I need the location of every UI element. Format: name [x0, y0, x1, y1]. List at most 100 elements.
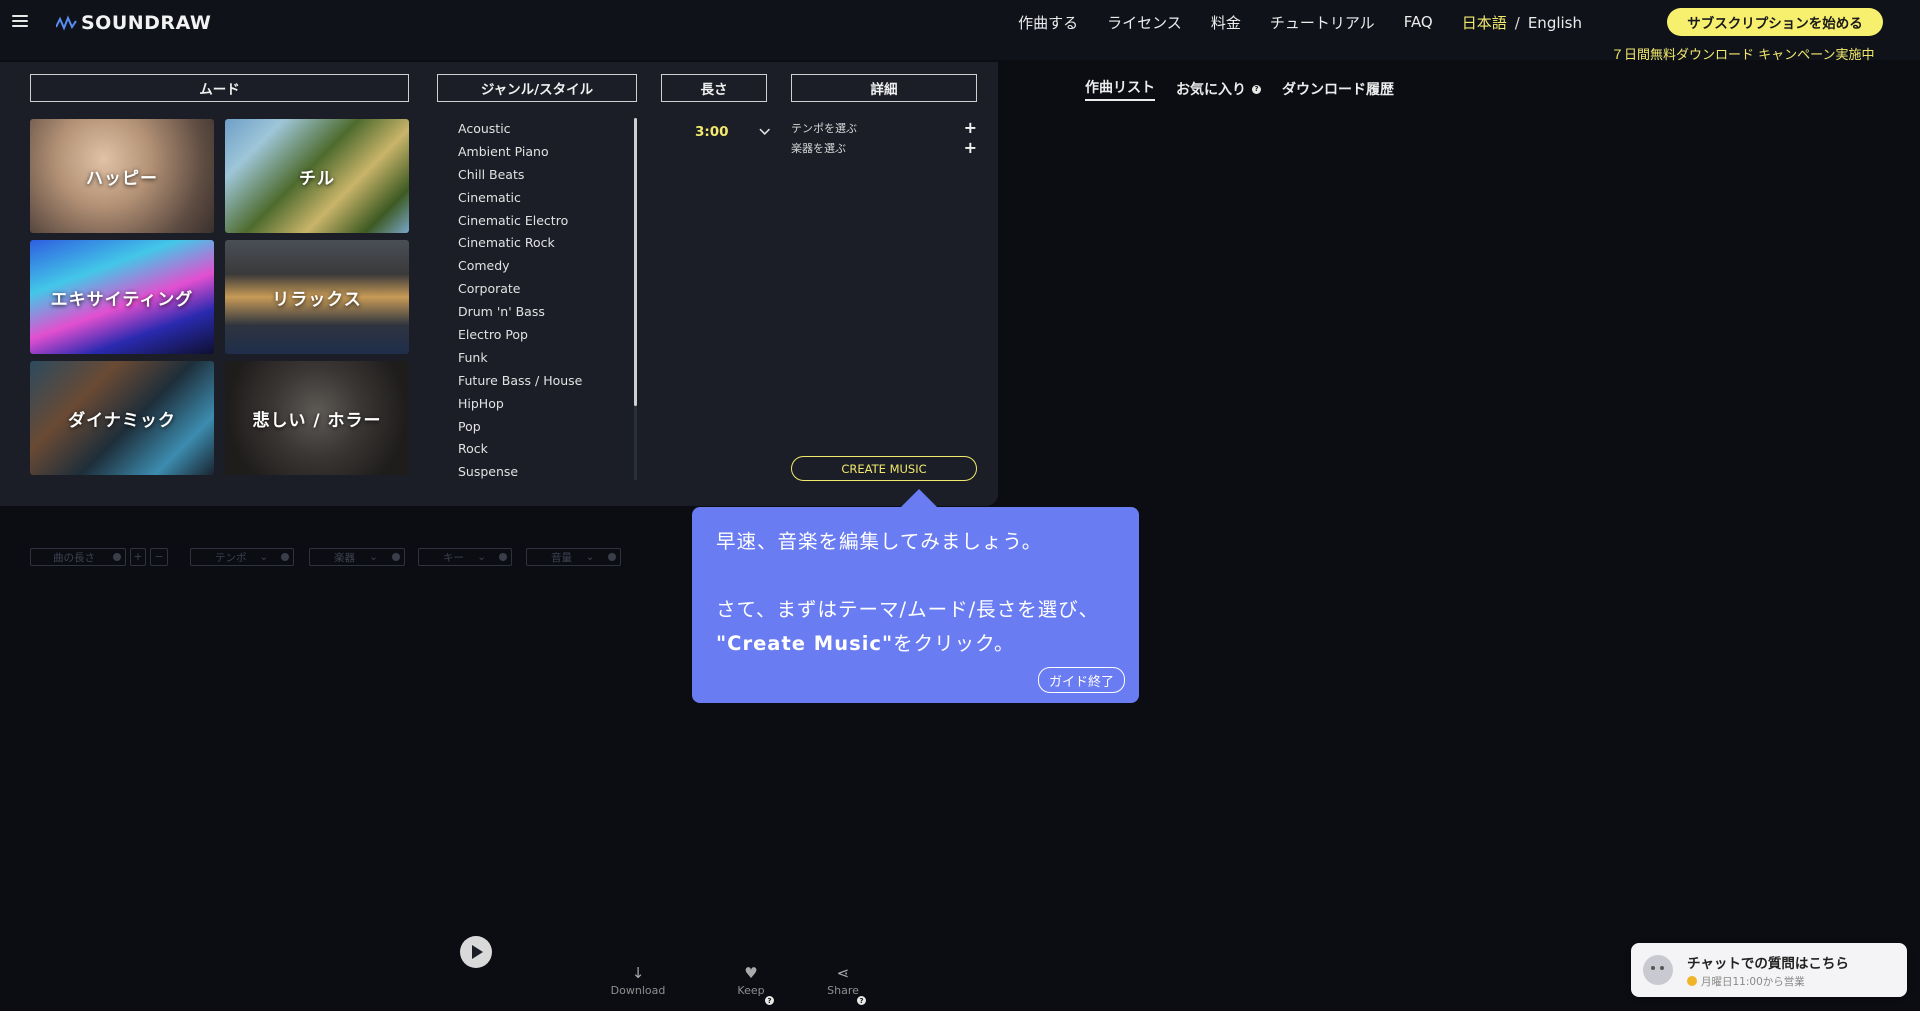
tab-download-history[interactable]: ダウンロード履歴	[1282, 77, 1394, 101]
genre-item[interactable]: Funk	[458, 347, 628, 370]
genre-item[interactable]: Pop	[458, 416, 628, 439]
help-icon[interactable]: ?	[765, 996, 774, 1005]
tooltip-spacer	[716, 559, 1115, 593]
subscribe-button[interactable]: サブスクリプションを始める	[1667, 8, 1883, 36]
share-button[interactable]: ⋖ Share	[813, 964, 873, 997]
nav-compose[interactable]: 作曲する	[1018, 12, 1078, 33]
help-icon	[608, 553, 616, 561]
instrument-select-row[interactable]: 楽器を選ぶ +	[791, 139, 977, 157]
warning-icon	[1687, 976, 1697, 986]
keep-button[interactable]: ♥ Keep	[721, 964, 781, 997]
mood-tile-exciting[interactable]: エキサイティング	[30, 240, 214, 354]
play-button[interactable]	[460, 936, 492, 968]
length-value: 3:00	[695, 124, 729, 140]
genre-item[interactable]: Cinematic	[458, 187, 628, 210]
plus-icon[interactable]: +	[964, 140, 977, 156]
nav-faq[interactable]: FAQ	[1404, 13, 1433, 31]
key-control[interactable]: キー ⌄	[418, 548, 512, 566]
chevron-down-icon: ⌄	[585, 551, 595, 563]
mood-tile-happy[interactable]: ハッピー	[30, 119, 214, 233]
chat-hours: 月曜日11:00から営業	[1687, 974, 1849, 989]
genre-scrollbar-thumb[interactable]	[634, 118, 637, 406]
genre-item[interactable]: Cinematic Rock	[458, 232, 628, 255]
nav-tutorial[interactable]: チュートリアル	[1270, 12, 1375, 33]
chevron-down-icon: ⌄	[477, 551, 486, 563]
tooltip-line-1: 早速、音楽を編集してみましょう。	[716, 530, 1043, 553]
mood-label-happy: ハッピー	[86, 168, 158, 189]
length-header: 長さ	[661, 74, 767, 102]
help-icon[interactable]: ?	[1252, 84, 1261, 94]
help-icon[interactable]: ?	[857, 996, 866, 1005]
nav-license[interactable]: ライセンス	[1107, 12, 1182, 33]
mood-tile-sad-horror[interactable]: 悲しい / ホラー	[225, 361, 409, 475]
share-icon: ⋖	[836, 964, 850, 982]
end-guide-button[interactable]: ガイド終了	[1037, 667, 1125, 693]
create-music-button[interactable]: CREATE MUSIC	[791, 456, 977, 481]
result-tabs: 作曲リスト お気に入り? ダウンロード履歴	[1085, 77, 1394, 101]
mood-label-relax: リラックス	[272, 289, 362, 310]
chevron-down-icon: ⌄	[259, 551, 269, 563]
tempo-control[interactable]: テンポ ⌄	[190, 548, 294, 566]
help-icon	[113, 553, 121, 561]
genre-item[interactable]: Future Bass / House	[458, 370, 628, 393]
guide-tooltip: 早速、音楽を編集してみましょう。 さて、まずはテーマ/ムード/長さを選び、 "C…	[692, 507, 1139, 703]
mood-label-dynamic: ダイナミック	[68, 410, 176, 431]
genre-item[interactable]: Suspense	[458, 461, 628, 484]
length-minus-button[interactable]: −	[150, 548, 168, 566]
genre-item[interactable]: Comedy	[458, 255, 628, 278]
lang-separator: /	[1514, 13, 1520, 32]
mood-label-sad-horror: 悲しい / ホラー	[252, 410, 382, 431]
campaign-banner[interactable]: ７日間無料ダウンロード キャンペーン実施中	[1611, 44, 1874, 63]
tempo-label: テンポを選ぶ	[791, 122, 857, 135]
volume-control[interactable]: 音量 ⌄	[526, 548, 621, 566]
genre-item[interactable]: Rock	[458, 438, 628, 461]
genre-item[interactable]: Cinematic Electro	[458, 210, 628, 233]
soundwave-logo-icon	[56, 15, 77, 31]
chat-bot-avatar	[1643, 955, 1673, 985]
tooltip-line-3-rest: をクリック。	[893, 632, 1015, 655]
tempo-select-row[interactable]: テンポを選ぶ +	[791, 119, 977, 137]
download-button[interactable]: ↓ Download	[608, 964, 668, 997]
mood-tile-relax[interactable]: リラックス	[225, 240, 409, 354]
details-header: 詳細	[791, 74, 977, 102]
genre-list: Acoustic Ambient Piano Chill Beats Cinem…	[458, 118, 628, 484]
genre-item[interactable]: Ambient Piano	[458, 141, 628, 164]
genre-item[interactable]: Corporate	[458, 278, 628, 301]
genre-item[interactable]: Chill Beats	[458, 164, 628, 187]
genre-item[interactable]: HipHop	[458, 393, 628, 416]
logo-text: SOUNDRAW	[81, 12, 212, 34]
logo[interactable]: SOUNDRAW	[56, 10, 211, 36]
mood-label-chill: チル	[299, 168, 335, 189]
main-nav: 作曲する ライセンス 料金 チュートリアル FAQ 日本語 / English	[1018, 0, 1624, 44]
help-icon	[392, 553, 400, 561]
hamburger-menu-icon[interactable]	[12, 12, 28, 28]
tooltip-create-music-text: "Create Music"	[716, 632, 894, 655]
length-plus-button[interactable]: +	[130, 548, 146, 566]
chat-widget[interactable]: チャットでの質問はこちら 月曜日11:00から営業	[1631, 943, 1907, 997]
lang-english[interactable]: English	[1528, 14, 1582, 32]
plus-icon[interactable]: +	[964, 120, 977, 136]
lang-japanese[interactable]: 日本語	[1462, 14, 1507, 32]
mood-tile-chill[interactable]: チル	[225, 119, 409, 233]
help-icon	[499, 553, 507, 561]
tab-song-list[interactable]: 作曲リスト	[1085, 77, 1155, 101]
music-generator-panel: ムード ジャンル/スタイル 長さ 詳細 ハッピー チル エキサイティング リラッ…	[0, 62, 998, 506]
chat-hours-text: 月曜日11:00から営業	[1701, 975, 1805, 988]
instrument-control[interactable]: 楽器 ⌄	[309, 548, 405, 566]
nav-pricing[interactable]: 料金	[1211, 12, 1241, 33]
keep-label: Keep	[737, 984, 765, 997]
mood-header: ムード	[30, 74, 409, 102]
key-control-label: キー	[443, 551, 464, 564]
tab-favorites[interactable]: お気に入り?	[1176, 77, 1261, 101]
song-length-control[interactable]: 曲の長さ	[30, 548, 126, 566]
mood-tile-dynamic[interactable]: ダイナミック	[30, 361, 214, 475]
length-select[interactable]: 3:00	[690, 120, 770, 144]
genre-item[interactable]: Acoustic	[458, 118, 628, 141]
tempo-control-label: テンポ	[215, 551, 247, 564]
download-icon: ↓	[631, 964, 645, 982]
mood-label-exciting: エキサイティング	[50, 289, 194, 310]
genre-item[interactable]: Drum 'n' Bass	[458, 301, 628, 324]
genre-item[interactable]: Electro Pop	[458, 324, 628, 347]
download-label: Download	[610, 984, 666, 997]
tooltip-line-2: さて、まずはテーマ/ムード/長さを選び、	[716, 598, 1100, 621]
